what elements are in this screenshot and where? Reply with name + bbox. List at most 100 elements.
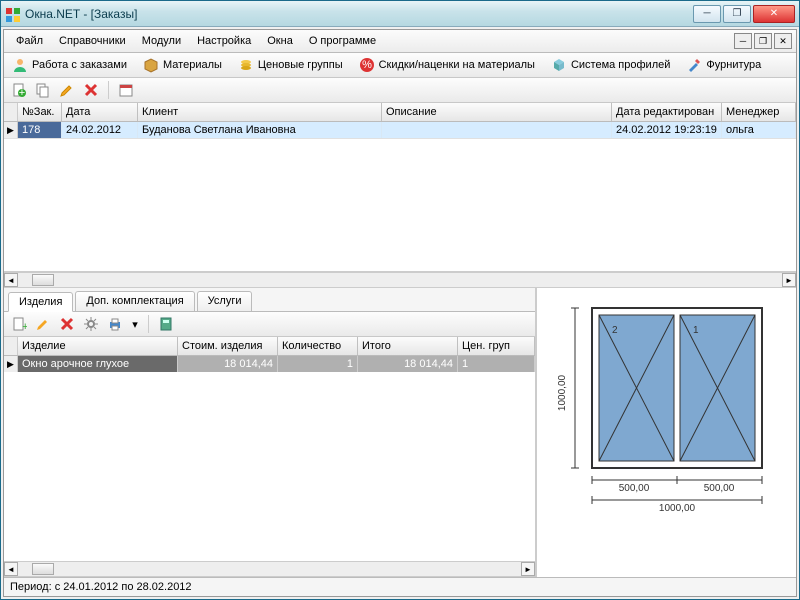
col-client[interactable]: Клиент: [138, 103, 382, 121]
col-cost[interactable]: Стоим. изделия: [178, 337, 278, 355]
calculator-button[interactable]: [157, 315, 175, 333]
col-description[interactable]: Описание: [382, 103, 612, 121]
cell-product: Окно арочное глухое: [18, 356, 178, 372]
detail-tabs: Изделия Доп. комплектация Услуги: [4, 288, 535, 312]
products-scroll-left-icon[interactable]: ◄: [4, 562, 18, 576]
cell-edited: 24.02.2012 19:23:19: [612, 122, 722, 138]
products-scroll-thumb[interactable]: [32, 563, 54, 575]
scroll-thumb[interactable]: [32, 274, 54, 286]
col-date[interactable]: Дата: [62, 103, 138, 121]
window-drawing: 1000,00 2 1 500,00 500,00 1000,00: [547, 298, 787, 518]
calendar-button[interactable]: [117, 81, 135, 99]
materials-label: Материалы: [163, 59, 222, 71]
settings-product-button[interactable]: [82, 315, 100, 333]
orders-hscrollbar[interactable]: ◄ ►: [4, 272, 796, 288]
percent-icon: %: [359, 57, 375, 73]
cell-qty: 1: [278, 356, 358, 372]
menu-settings[interactable]: Настройка: [189, 32, 259, 50]
profile-system-button[interactable]: Система профилей: [549, 56, 672, 74]
profile-system-label: Система профилей: [571, 59, 670, 71]
tab-services[interactable]: Услуги: [197, 291, 253, 311]
menu-modules[interactable]: Модули: [134, 32, 189, 50]
sash-1-label: 1: [693, 325, 699, 336]
orders-grid: №Зак. Дата Клиент Описание Дата редактир…: [4, 103, 796, 288]
svg-text:%: %: [362, 59, 372, 71]
coins-icon: [238, 57, 254, 73]
delete-order-button[interactable]: [82, 81, 100, 99]
cell-pgroup: 1: [458, 356, 535, 372]
orders-toolbar: +: [4, 78, 796, 103]
delete-product-button[interactable]: [58, 315, 76, 333]
mdi-minimize-button[interactable]: ─: [734, 33, 752, 49]
col-qty[interactable]: Количество: [278, 337, 358, 355]
print-dropdown-icon[interactable]: ▾: [130, 315, 140, 333]
col-order-num[interactable]: №Зак.: [18, 103, 62, 121]
minimize-button[interactable]: ─: [693, 5, 721, 23]
dim-half-left: 500,00: [619, 483, 650, 494]
tab-extras[interactable]: Доп. комплектация: [75, 291, 194, 311]
window-drawing-panel: 1000,00 2 1 500,00 500,00 1000,00: [536, 288, 796, 577]
cell-order-num: 178: [18, 122, 62, 138]
dim-half-right: 500,00: [704, 483, 735, 494]
menu-windows[interactable]: Окна: [259, 32, 301, 50]
scroll-right-icon[interactable]: ►: [782, 273, 796, 287]
discounts-button[interactable]: % Скидки/наценки на материалы: [357, 56, 537, 74]
orders-label: Работа с заказами: [32, 59, 127, 71]
box-icon: [143, 57, 159, 73]
row-indicator-icon: ▶: [4, 122, 18, 138]
new-order-button[interactable]: +: [10, 81, 28, 99]
copy-order-button[interactable]: [34, 81, 52, 99]
statusbar: Период: с 24.01.2012 по 28.02.2012: [4, 577, 796, 596]
row-indicator-header: [4, 103, 18, 121]
titlebar[interactable]: Окна.NET - [Заказы] ─ ❐ ✕: [1, 1, 799, 27]
col-product[interactable]: Изделие: [18, 337, 178, 355]
main-toolbar: Работа с заказами Материалы Ценовые груп…: [4, 53, 796, 78]
mdi-close-button[interactable]: ✕: [774, 33, 792, 49]
materials-button[interactable]: Материалы: [141, 56, 224, 74]
dim-height: 1000,00: [557, 374, 568, 411]
add-product-button[interactable]: +: [10, 315, 28, 333]
products-hscrollbar[interactable]: ◄ ►: [4, 561, 535, 577]
col-edited[interactable]: Дата редактирован: [612, 103, 722, 121]
tools-icon: [686, 57, 702, 73]
products-toolbar: + ▾: [4, 312, 535, 337]
products-scroll-right-icon[interactable]: ►: [521, 562, 535, 576]
menu-references[interactable]: Справочники: [51, 32, 134, 50]
product-row[interactable]: ▶ Окно арочное глухое 18 014,44 1 18 014…: [4, 356, 535, 372]
orders-button[interactable]: Работа с заказами: [10, 56, 129, 74]
svg-text:+: +: [22, 321, 27, 332]
menubar: Файл Справочники Модули Настройка Окна О…: [4, 30, 796, 53]
app-icon: [5, 7, 19, 21]
sash-2-label: 2: [612, 325, 618, 336]
tab-products[interactable]: Изделия: [8, 292, 73, 312]
col-manager[interactable]: Менеджер: [722, 103, 796, 121]
app-window: Окна.NET - [Заказы] ─ ❐ ✕ Файл Справочни…: [0, 0, 800, 600]
price-groups-button[interactable]: Ценовые группы: [236, 56, 345, 74]
cell-cost: 18 014,44: [178, 356, 278, 372]
col-pgroup[interactable]: Цен. груп: [458, 337, 535, 355]
maximize-button[interactable]: ❐: [723, 5, 751, 23]
cell-manager: ольга: [722, 122, 796, 138]
cell-description: [382, 122, 612, 138]
edit-product-button[interactable]: [34, 315, 52, 333]
order-row[interactable]: ▶ 178 24.02.2012 Буданова Светлана Ивано…: [4, 122, 796, 139]
edit-order-button[interactable]: [58, 81, 76, 99]
close-button[interactable]: ✕: [753, 5, 795, 23]
mdi-restore-button[interactable]: ❐: [754, 33, 772, 49]
col-total[interactable]: Итого: [358, 337, 458, 355]
print-product-button[interactable]: [106, 315, 124, 333]
menu-about[interactable]: О программе: [301, 32, 384, 50]
menu-file[interactable]: Файл: [8, 32, 51, 50]
discounts-label: Скидки/наценки на материалы: [379, 59, 535, 71]
products-row-indicator-icon: ▶: [4, 356, 18, 372]
person-icon: [12, 57, 28, 73]
window-title: Окна.NET - [Заказы]: [25, 7, 693, 21]
dim-width: 1000,00: [659, 503, 696, 514]
cell-date: 24.02.2012: [62, 122, 138, 138]
cell-client: Буданова Светлана Ивановна: [138, 122, 382, 138]
cell-total: 18 014,44: [358, 356, 458, 372]
svg-text:+: +: [19, 87, 25, 98]
mdi-client: Файл Справочники Модули Настройка Окна О…: [3, 29, 797, 597]
furniture-button[interactable]: Фурнитура: [684, 56, 763, 74]
scroll-left-icon[interactable]: ◄: [4, 273, 18, 287]
